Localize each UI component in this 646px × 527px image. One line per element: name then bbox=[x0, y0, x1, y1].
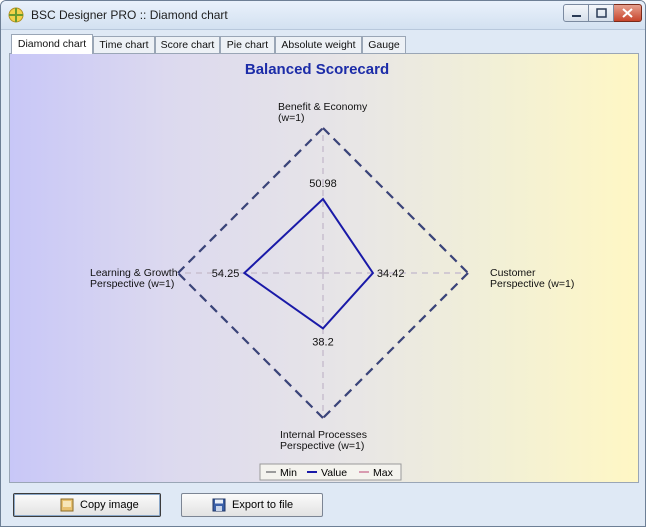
chart-panel: Balanced Scorecard 50.98 34.42 38.2 54.25 B… bbox=[9, 53, 639, 483]
value-label-1: 34.42 bbox=[377, 268, 405, 280]
legend-value-label: Value bbox=[321, 467, 347, 479]
value-polygon bbox=[242, 197, 375, 330]
axis-label-right: Customer Perspective (w=1) bbox=[490, 267, 574, 290]
chart-title: Balanced Scorecard bbox=[245, 61, 389, 78]
tab-score-chart[interactable]: Score chart bbox=[155, 36, 220, 53]
diamond-chart: Balanced Scorecard 50.98 34.42 38.2 54.25 B… bbox=[90, 61, 574, 481]
close-button[interactable] bbox=[614, 4, 642, 22]
export-to-file-button[interactable]: Export to file bbox=[181, 493, 323, 517]
value-label-2: 38.2 bbox=[312, 336, 333, 348]
footer-toolbar: Copy image Export to file bbox=[1, 486, 645, 526]
outline-segment-1 bbox=[322, 272, 469, 419]
minimize-button[interactable] bbox=[563, 4, 589, 22]
outline-segment-2 bbox=[177, 272, 324, 419]
close-icon bbox=[622, 8, 633, 18]
floppy-disk-icon bbox=[212, 498, 226, 512]
bsc-designer-icon bbox=[8, 7, 24, 23]
tab-diamond-chart[interactable]: Diamond chart bbox=[11, 34, 93, 54]
axis-label-bottom: Internal Processes Perspective (w=1) bbox=[280, 429, 367, 452]
value-layer: 50.98 34.42 38.2 54.25 bbox=[212, 178, 405, 348]
axis-label-line2: (w=1) bbox=[278, 112, 305, 124]
axis-label-line2: Perspective (w=1) bbox=[490, 278, 574, 290]
outline-segment-3 bbox=[177, 127, 324, 274]
tab-gauge[interactable]: Gauge bbox=[362, 36, 406, 53]
tab-bar: Diamond chart Time chart Score chart Pie… bbox=[9, 34, 639, 54]
label-layer: Benefit & Economy (w=1) Customer Perspectiv… bbox=[90, 101, 574, 452]
axis-label-left: Learning & Growth Perspective (w=1) bbox=[90, 267, 178, 290]
app-window: BSC Designer PRO :: Diamond chart Diamon… bbox=[0, 0, 646, 527]
maximize-icon bbox=[596, 8, 607, 18]
legend-max-label: Max bbox=[373, 467, 394, 479]
axis-label-top: Benefit & Economy (w=1) bbox=[278, 101, 368, 124]
tab-absolute-weight[interactable]: Absolute weight bbox=[275, 36, 362, 53]
window-title: BSC Designer PRO :: Diamond chart bbox=[31, 8, 228, 22]
tab-pie-chart[interactable]: Pie chart bbox=[220, 36, 275, 53]
title-bar[interactable]: BSC Designer PRO :: Diamond chart bbox=[1, 1, 645, 30]
copy-image-button[interactable]: Copy image bbox=[13, 493, 161, 517]
maximize-button[interactable] bbox=[589, 4, 614, 22]
legend-min-label: Min bbox=[280, 467, 297, 479]
value-label-0: 50.98 bbox=[309, 178, 337, 190]
minimize-icon bbox=[572, 15, 581, 17]
image-icon bbox=[60, 498, 74, 512]
outline-segment-0 bbox=[322, 127, 469, 274]
value-label-3: 54.25 bbox=[212, 268, 240, 280]
axis-label-line2: Perspective (w=1) bbox=[90, 278, 174, 290]
export-to-file-label: Export to file bbox=[232, 499, 294, 511]
copy-image-label: Copy image bbox=[80, 499, 139, 511]
tab-time-chart[interactable]: Time chart bbox=[93, 36, 155, 53]
legend: Min Value Max bbox=[259, 463, 402, 481]
axis-label-line2: Perspective (w=1) bbox=[280, 440, 364, 452]
